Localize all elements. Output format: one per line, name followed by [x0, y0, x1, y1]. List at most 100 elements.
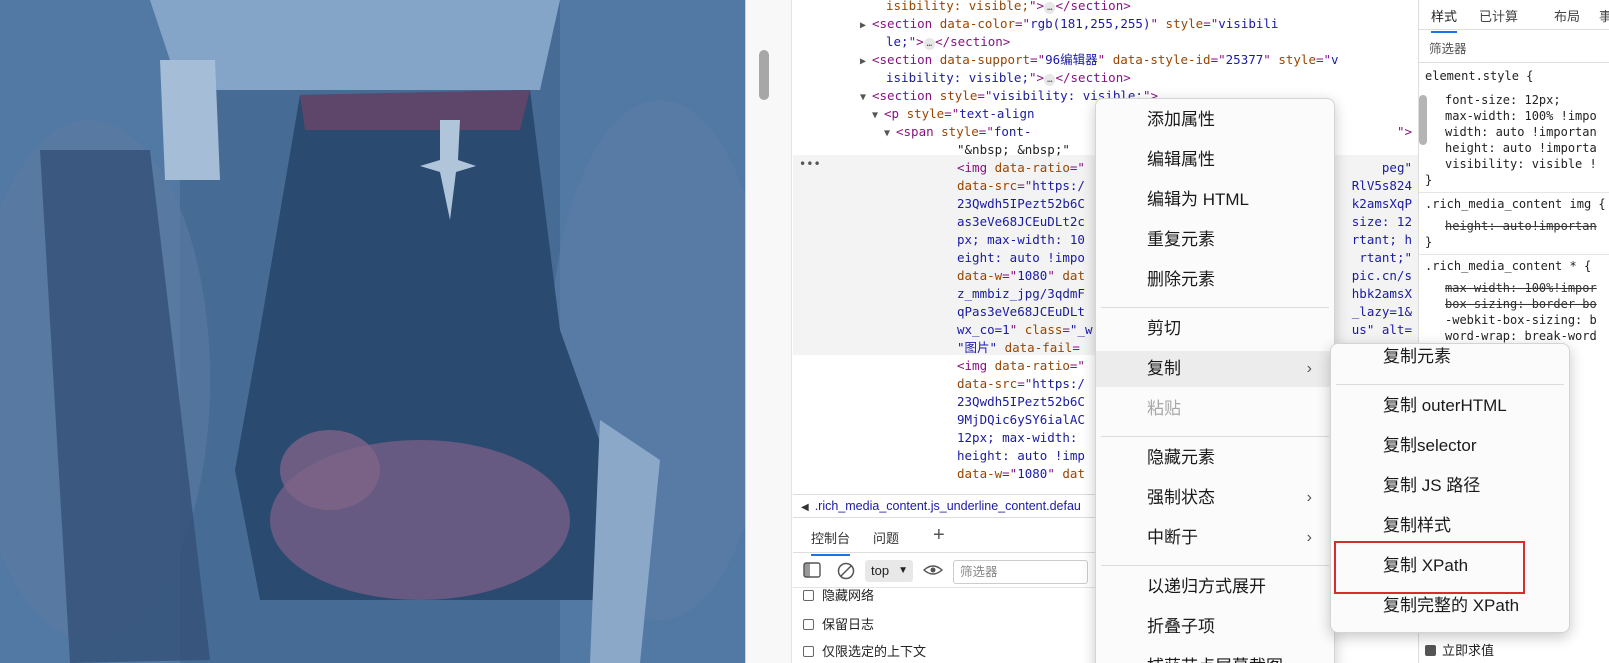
collapse-triangle-icon[interactable]: ▶ [860, 17, 872, 35]
dom-node-line[interactable]: data-src="https:/ [957, 177, 1085, 195]
css-property[interactable]: max-width: 100% !impo [1445, 108, 1597, 124]
menu-item[interactable]: 重复元素 [1096, 222, 1334, 258]
dom-node-line[interactable]: "&nbsp; &nbsp;" [957, 141, 1070, 159]
dom-node-line[interactable]: wx_co=1" class="_w [957, 321, 1093, 339]
dom-node-line[interactable]: eight: auto !impo [957, 249, 1085, 267]
menu-item[interactable]: 复制 JS 路径 [1331, 468, 1569, 504]
expand-triangle-icon[interactable]: ▼ [860, 89, 872, 107]
dom-node-line[interactable]: 9MjDQic6ySY6ialAC [957, 411, 1085, 429]
css-selector[interactable]: element.style { [1425, 68, 1533, 84]
collapsed-content-badge[interactable]: … [1044, 2, 1056, 14]
dom-node-line[interactable]: z_mmbiz_jpg/3qdmF [957, 285, 1085, 303]
dom-node-line[interactable]: le;">… </section> [886, 33, 1010, 51]
context-menu: 添加属性 编辑属性 编辑为 HTML 重复元素 删除元素 剪切 复制 › 粘贴 隐藏元素 强制状态 ›… [1095, 98, 1335, 663]
checkbox-icon[interactable] [803, 619, 814, 630]
tab-styles[interactable]: 样式 [1431, 6, 1458, 33]
dom-node-line[interactable]: <img data-ratio=" [957, 159, 1085, 177]
more-actions-dots[interactable]: ••• [799, 157, 821, 171]
dom-node-line[interactable]: qPas3eVe68JCEuDLt [957, 303, 1085, 321]
checkbox-icon[interactable] [803, 646, 814, 657]
expand-triangle-icon[interactable]: ▼ [872, 107, 884, 125]
expand-triangle-icon[interactable]: ▼ [884, 125, 896, 143]
code-token: =" [1030, 52, 1046, 67]
css-property[interactable]: width: auto !importan [1445, 124, 1597, 140]
breadcrumb-path[interactable]: .rich_media_content.js_underline_content… [815, 499, 1081, 513]
dom-node-line[interactable]: data-src="https:/ [957, 375, 1085, 393]
sidebar-icon[interactable] [803, 562, 821, 583]
code-token: 1080 [1017, 466, 1048, 481]
menu-separator [1101, 435, 1329, 437]
dom-node-line-tail: _lazy=1& [1351, 304, 1412, 319]
tab-layout[interactable]: 布局 [1554, 6, 1580, 25]
checkbox-icon[interactable] [803, 590, 814, 601]
dom-node-line[interactable]: data-w="1080" dat [957, 267, 1085, 285]
checkbox-icon[interactable] [1425, 645, 1436, 656]
code-token: = [1072, 340, 1080, 355]
dom-node-line[interactable]: 23Qwdh5IPezt52b6C [957, 393, 1085, 411]
selected-context-checkbox-row[interactable]: 仅限选定的上下文 [803, 641, 926, 660]
css-property[interactable]: -webkit-box-sizing: b [1445, 312, 1597, 328]
menu-item[interactable]: 以递归方式展开 [1096, 569, 1334, 605]
dom-node-line[interactable]: data-w="1080" dat [957, 465, 1085, 483]
code-token: " [1097, 52, 1113, 67]
tab-issues[interactable]: 问题 [873, 528, 899, 547]
eye-icon[interactable] [922, 562, 944, 583]
styles-filter-input[interactable]: 筛选器 [1429, 38, 1467, 57]
dom-node-line[interactable]: isibility: visible;">… </section> [886, 0, 1131, 15]
collapsed-content-badge[interactable]: … [1044, 74, 1056, 86]
css-property[interactable]: visibility: visible ! [1445, 156, 1597, 172]
preserve-log-checkbox-row[interactable]: 保留日志 [803, 614, 874, 633]
dom-node-line[interactable]: as3eVe68JCEuDLt2c [957, 213, 1085, 231]
dom-node-line[interactable]: "图片" data-fail= [957, 339, 1080, 357]
console-filter-input[interactable]: 筛选器 [953, 560, 1088, 584]
page-scrollbar-thumb[interactable] [759, 50, 769, 100]
context-select[interactable]: top ▼ [865, 560, 913, 582]
tab-event-listeners[interactable]: 事 [1599, 6, 1609, 25]
hide-network-checkbox-row[interactable]: 隐藏网络 [803, 585, 874, 604]
dom-node-line[interactable]: 23Qwdh5IPezt52b6C [957, 195, 1085, 213]
css-property[interactable]: box-sizing: border-bo [1445, 296, 1597, 312]
code-token: " [1047, 466, 1063, 481]
styles-scrollbar[interactable] [1419, 95, 1427, 145]
dom-node-line-tail: k2amsXqP [1351, 196, 1412, 211]
menu-item[interactable]: 编辑为 HTML [1096, 182, 1334, 218]
css-property[interactable]: height: auto !importa [1445, 140, 1597, 156]
dom-node-line[interactable]: ▼ <p style="text-align [872, 105, 1035, 123]
dom-node-line[interactable]: ▶ <section data-color="rgb(181,255,255)" … [860, 15, 1278, 33]
breadcrumb-scroll-left-icon[interactable]: ◀ [801, 502, 809, 513]
clear-icon[interactable] [837, 562, 855, 585]
menu-item[interactable]: 复制selector [1331, 428, 1569, 464]
menu-item[interactable]: 捕获节点屏幕截图 [1096, 649, 1334, 663]
menu-item[interactable]: 复制 › [1096, 351, 1334, 387]
css-selector[interactable]: .rich_media_content img { [1425, 196, 1606, 212]
css-property[interactable]: height: auto!importan [1445, 218, 1597, 234]
dom-node-line[interactable]: <img data-ratio=" [957, 357, 1085, 375]
collapse-triangle-icon[interactable]: ▶ [860, 53, 872, 71]
tab-computed[interactable]: 已计算 [1479, 6, 1518, 25]
css-selector[interactable]: .rich_media_content * { [1425, 258, 1591, 274]
menu-item[interactable]: 编辑属性 [1096, 142, 1334, 178]
menu-item[interactable]: 添加属性 [1096, 102, 1334, 138]
collapsed-content-badge[interactable]: … [923, 38, 936, 50]
dom-node-line[interactable]: 12px; max-width: [957, 429, 1077, 447]
tab-console[interactable]: 控制台 [811, 528, 851, 556]
menu-item[interactable]: 复制元素 [1331, 339, 1569, 375]
menu-item[interactable]: 中断于 › [1096, 520, 1334, 556]
preserve-log-label: 保留日志 [822, 617, 875, 632]
menu-item[interactable]: 复制 outerHTML [1331, 388, 1569, 424]
dom-node-line[interactable]: height: auto !imp [957, 447, 1085, 465]
menu-item[interactable]: 剪切 [1096, 311, 1334, 347]
menu-item[interactable]: 复制样式 [1331, 508, 1569, 544]
menu-item[interactable]: 隐藏元素 [1096, 440, 1334, 476]
css-property[interactable]: max-width: 100%!impor [1445, 280, 1597, 296]
dom-node-line[interactable]: px; max-width: 10 [957, 231, 1085, 249]
menu-item[interactable]: 删除元素 [1096, 262, 1334, 298]
menu-item[interactable]: 折叠子项 [1096, 609, 1334, 645]
dom-node-line[interactable]: ▶ <section data-support="96编辑器" data-styl… [860, 51, 1339, 69]
css-property[interactable]: font-size: 12px; [1445, 92, 1561, 108]
dom-node-line[interactable]: isibility: visible;">… </section> [886, 69, 1131, 87]
menu-item[interactable]: 强制状态 › [1096, 480, 1334, 516]
dom-node-line[interactable]: ▼ <span style="font- [884, 123, 1032, 141]
immediate-eval-checkbox-row[interactable]: 立即求值 [1425, 640, 1494, 659]
add-tab-icon[interactable]: + [933, 524, 945, 547]
